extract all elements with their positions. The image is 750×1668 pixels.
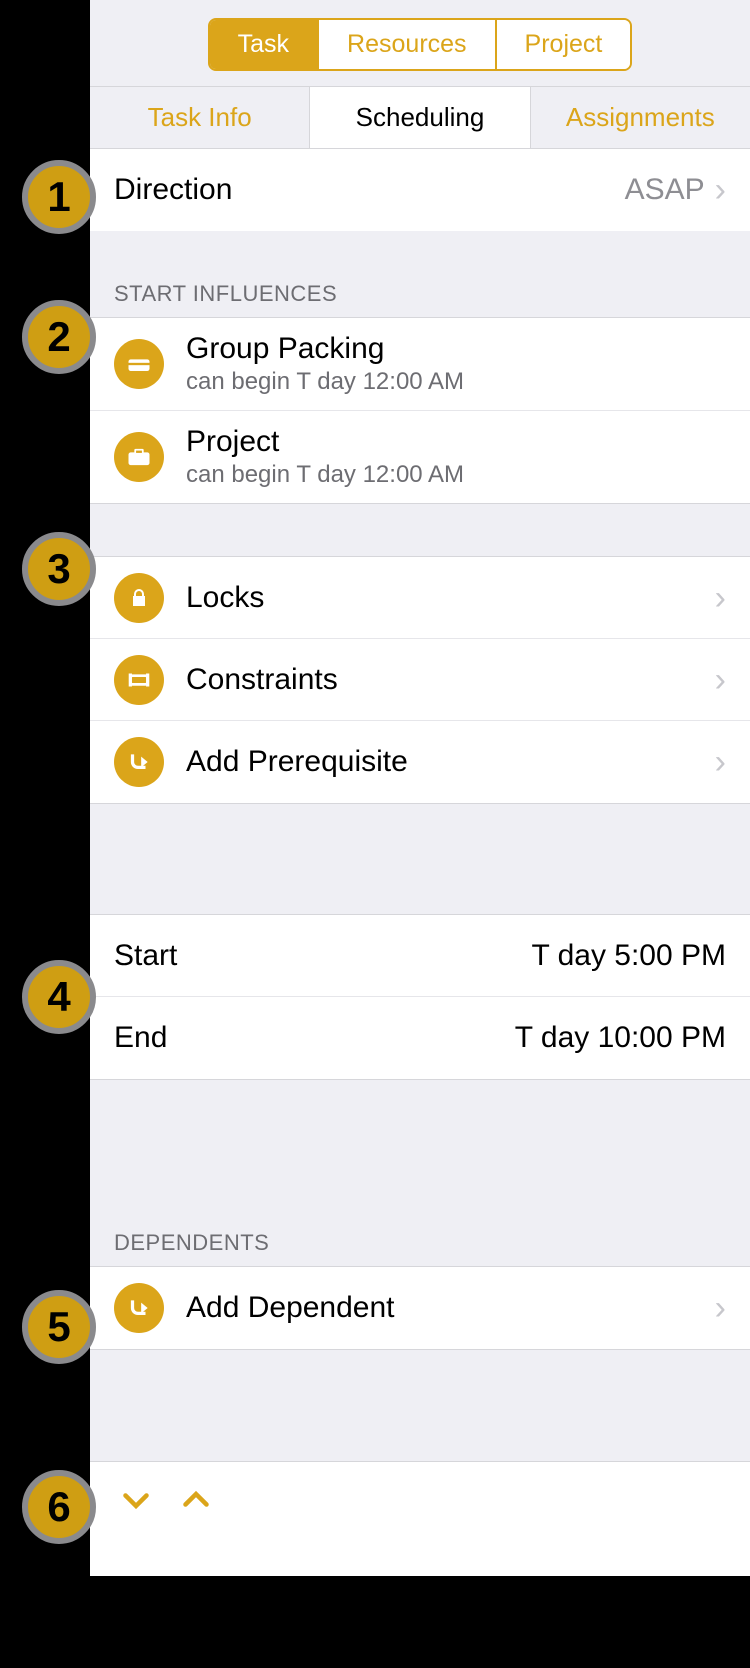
tab-assignments[interactable]: Assignments bbox=[531, 87, 750, 148]
dependents-header: DEPENDENTS bbox=[90, 1080, 750, 1266]
start-influences-header: START INFLUENCES bbox=[90, 231, 750, 317]
scheduling-links-group: Locks › Constraints › Add Prerequisite › bbox=[90, 556, 750, 804]
constraint-icon bbox=[114, 655, 164, 705]
chevron-right-icon: › bbox=[715, 173, 726, 207]
direction-row[interactable]: Direction ASAP › bbox=[90, 149, 750, 231]
tab-task-info[interactable]: Task Info bbox=[90, 87, 309, 148]
end-value: T day 10:00 PM bbox=[515, 1021, 726, 1055]
direction-label: Direction bbox=[114, 173, 625, 207]
spacer bbox=[90, 804, 750, 914]
chevron-right-icon: › bbox=[715, 745, 726, 779]
tab-scheduling[interactable]: Scheduling bbox=[309, 87, 530, 148]
influence-subtitle: can begin T day 12:00 AM bbox=[186, 368, 464, 396]
times-group: Start T day 5:00 PM End T day 10:00 PM bbox=[90, 914, 750, 1080]
start-value: T day 5:00 PM bbox=[531, 939, 726, 973]
callout-badge-6: 6 bbox=[22, 1470, 96, 1544]
direction-value: ASAP bbox=[625, 173, 705, 207]
influence-title: Project bbox=[186, 425, 464, 459]
add-prerequisite-row[interactable]: Add Prerequisite › bbox=[90, 721, 750, 803]
dependent-arrow-icon bbox=[114, 1283, 164, 1333]
influence-subtitle: can begin T day 12:00 AM bbox=[186, 461, 464, 489]
callout-badge-5: 5 bbox=[22, 1290, 96, 1364]
callout-badge-1: 1 bbox=[22, 160, 96, 234]
influence-title: Group Packing bbox=[186, 332, 464, 366]
chevron-right-icon: › bbox=[715, 663, 726, 697]
constraints-row[interactable]: Constraints › bbox=[90, 639, 750, 721]
end-label: End bbox=[114, 1021, 515, 1055]
locks-label: Locks bbox=[186, 581, 715, 615]
direction-group: Direction ASAP › bbox=[90, 149, 750, 231]
influence-row-group[interactable]: Group Packing can begin T day 12:00 AM bbox=[90, 318, 750, 411]
add-dependent-label: Add Dependent bbox=[186, 1291, 715, 1325]
dependents-group: Add Dependent › bbox=[90, 1266, 750, 1350]
end-row[interactable]: End T day 10:00 PM bbox=[90, 997, 750, 1079]
up-arrow-button[interactable] bbox=[178, 1482, 214, 1527]
segmented-control-wrap: Task Resources Project bbox=[90, 0, 750, 86]
segment-resources[interactable]: Resources bbox=[319, 20, 497, 69]
callout-badge-3: 3 bbox=[22, 532, 96, 606]
subtabs: Task Info Scheduling Assignments bbox=[90, 86, 750, 149]
inspector-panel: Task Resources Project Task Info Schedul… bbox=[90, 0, 750, 1576]
constraints-label: Constraints bbox=[186, 663, 715, 697]
down-arrow-button[interactable] bbox=[118, 1482, 154, 1527]
chevron-right-icon: › bbox=[715, 581, 726, 615]
influence-row-project[interactable]: Project can begin T day 12:00 AM bbox=[90, 411, 750, 503]
segment-project[interactable]: Project bbox=[497, 20, 631, 69]
start-influences-group: Group Packing can begin T day 12:00 AM P… bbox=[90, 317, 750, 504]
callout-badge-4: 4 bbox=[22, 960, 96, 1034]
start-label: Start bbox=[114, 939, 531, 973]
lock-icon bbox=[114, 573, 164, 623]
group-icon bbox=[114, 339, 164, 389]
add-prerequisite-label: Add Prerequisite bbox=[186, 745, 715, 779]
prerequisite-arrow-icon bbox=[114, 737, 164, 787]
callout-badge-2: 2 bbox=[22, 300, 96, 374]
start-row[interactable]: Start T day 5:00 PM bbox=[90, 915, 750, 997]
locks-row[interactable]: Locks › bbox=[90, 557, 750, 639]
segmented-control: Task Resources Project bbox=[208, 18, 633, 71]
bottom-toolbar bbox=[90, 1461, 750, 1576]
add-dependent-row[interactable]: Add Dependent › bbox=[90, 1267, 750, 1349]
briefcase-icon bbox=[114, 432, 164, 482]
chevron-right-icon: › bbox=[715, 1291, 726, 1325]
segment-task[interactable]: Task bbox=[210, 20, 319, 69]
spacer bbox=[90, 504, 750, 556]
